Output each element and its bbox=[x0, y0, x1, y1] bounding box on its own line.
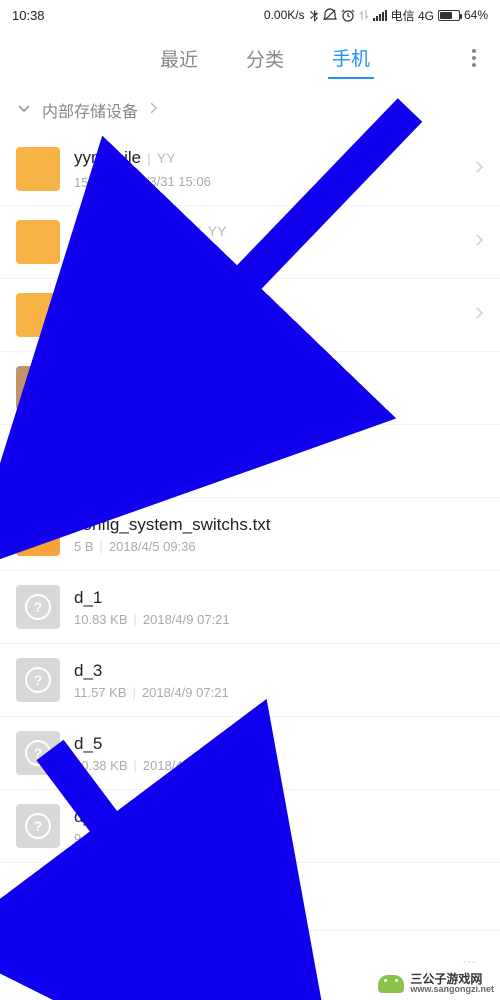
chevron-right-icon bbox=[148, 101, 158, 120]
status-time: 10:38 bbox=[12, 8, 45, 23]
item-app: YY bbox=[208, 223, 227, 239]
item-date: 2018/4/9 07:21 bbox=[143, 612, 230, 627]
bottom-more-icon[interactable]: ⋯ bbox=[462, 953, 478, 970]
item-name: d_5 bbox=[74, 734, 102, 754]
item-size: 5 B bbox=[74, 539, 94, 554]
data-icon bbox=[359, 9, 369, 21]
chevron-right-icon bbox=[474, 232, 484, 253]
list-item[interactable]: zhihu 3项 | 2018/3/31 15:13 bbox=[0, 279, 500, 352]
folder-icon bbox=[16, 293, 60, 337]
item-date: 2018/3/31 15:13 bbox=[110, 320, 204, 335]
folder-icon bbox=[16, 147, 60, 191]
item-name: d_3 bbox=[74, 661, 102, 681]
list-item[interactable]: ZIP 百度经验.zip 21.43 MB | 2018/4/9 10:38 bbox=[0, 352, 500, 425]
item-date: 2018/4/9 07:21 bbox=[135, 831, 222, 846]
list-item[interactable]: YYPushService | YY 1项 | 2018/3/31 15:06 bbox=[0, 206, 500, 279]
status-bar: 10:38 0.00K/s 电信 4G 64% bbox=[0, 0, 500, 30]
android-icon bbox=[378, 975, 404, 993]
bluetooth-icon bbox=[309, 8, 319, 22]
item-date: 2018/4/9 07:21 bbox=[142, 685, 229, 700]
tab-category[interactable]: 分类 bbox=[242, 39, 288, 78]
chevron-right-icon bbox=[474, 159, 484, 180]
breadcrumb-root: 内部存储设备 bbox=[42, 98, 138, 122]
item-size: 597 B bbox=[74, 466, 108, 481]
transfer-button[interactable]: 快传 bbox=[196, 939, 230, 992]
item-name: d_1 bbox=[74, 588, 102, 608]
dnd-icon bbox=[323, 8, 337, 22]
list-item[interactable]: ? d_7 9.11 KB | 2018/4/9 07:21 bbox=[0, 790, 500, 863]
item-size: 10.83 KB bbox=[74, 612, 128, 627]
item-count: 15项 bbox=[74, 172, 101, 191]
chevron-down-icon bbox=[16, 100, 32, 121]
clean-button[interactable]: 清理 bbox=[270, 939, 304, 992]
item-size: 9.11 KB bbox=[74, 831, 119, 846]
transfer-icon bbox=[196, 939, 230, 973]
list-item[interactable]: ? d_1 10.83 KB | 2018/4/9 07:21 bbox=[0, 571, 500, 644]
item-size: 11.57 KB bbox=[74, 685, 127, 700]
breadcrumb[interactable]: 内部存储设备 bbox=[0, 86, 500, 133]
item-date: 2018/3/31 15:06 bbox=[117, 174, 211, 189]
item-date: 2018/4/5 09:36 bbox=[109, 539, 196, 554]
item-date: 2018/3/31 15:06 bbox=[110, 247, 204, 262]
item-date: 2018/3/27 12:56 bbox=[123, 466, 217, 481]
file-list: yymobile | YY 15项 | 2018/3/31 15:06 YYPu… bbox=[0, 133, 500, 863]
tabs: 最近 分类 手机 bbox=[0, 30, 500, 86]
unknown-file-icon: ? bbox=[16, 658, 60, 702]
item-name: config_system_switchs.txt bbox=[74, 515, 271, 535]
item-count: 3项 bbox=[74, 318, 94, 337]
txt-icon: TXT bbox=[16, 439, 60, 483]
more-menu-icon[interactable] bbox=[464, 41, 484, 75]
item-name: YYPushService bbox=[74, 221, 192, 241]
item-app: YY bbox=[157, 150, 176, 166]
tab-recent[interactable]: 最近 bbox=[156, 39, 202, 78]
battery-icon bbox=[438, 10, 460, 21]
list-item[interactable]: ? d_3 11.57 KB | 2018/4/9 07:21 bbox=[0, 644, 500, 717]
item-date: 2018/4/9 10:38 bbox=[145, 395, 232, 410]
list-item[interactable]: TXT blink.log 597 B | 2018/3/27 12:56 bbox=[0, 425, 500, 498]
item-date: 2018/4/9 07:21 bbox=[143, 758, 230, 773]
tab-phone[interactable]: 手机 bbox=[328, 38, 374, 79]
zip-icon: ZIP bbox=[16, 366, 60, 410]
item-size: 21.43 MB bbox=[74, 395, 130, 410]
list-item[interactable]: TXT config_system_switchs.txt 5 B | 2018… bbox=[0, 498, 500, 571]
item-name: blink.log bbox=[74, 442, 136, 462]
folder-icon bbox=[16, 220, 60, 264]
status-battery-pct: 64% bbox=[464, 8, 488, 22]
item-name: d_7 bbox=[74, 807, 102, 827]
txt-icon: TXT bbox=[16, 512, 60, 556]
item-name: zhihu bbox=[74, 294, 115, 314]
list-item[interactable]: yymobile | YY 15项 | 2018/3/31 15:06 bbox=[0, 133, 500, 206]
signal-icon bbox=[373, 10, 387, 21]
watermark: 三公子游戏网 www.sangongzi.net bbox=[378, 973, 494, 994]
list-item[interactable]: ? d_5 10.38 KB | 2018/4/9 07:21 bbox=[0, 717, 500, 790]
item-name: 百度经验.zip bbox=[74, 366, 168, 391]
unknown-file-icon: ? bbox=[16, 804, 60, 848]
item-count: 1项 bbox=[74, 245, 94, 264]
item-name: yymobile bbox=[74, 148, 141, 168]
item-size: 10.38 KB bbox=[74, 758, 128, 773]
status-carrier: 电信 4G bbox=[391, 7, 434, 24]
status-speed: 0.00K/s bbox=[264, 8, 305, 22]
status-right: 0.00K/s 电信 4G 64% bbox=[264, 7, 488, 24]
alarm-icon bbox=[341, 8, 355, 22]
unknown-file-icon: ? bbox=[16, 731, 60, 775]
chevron-right-icon bbox=[474, 305, 484, 326]
clean-icon bbox=[270, 939, 304, 973]
unknown-file-icon: ? bbox=[16, 585, 60, 629]
